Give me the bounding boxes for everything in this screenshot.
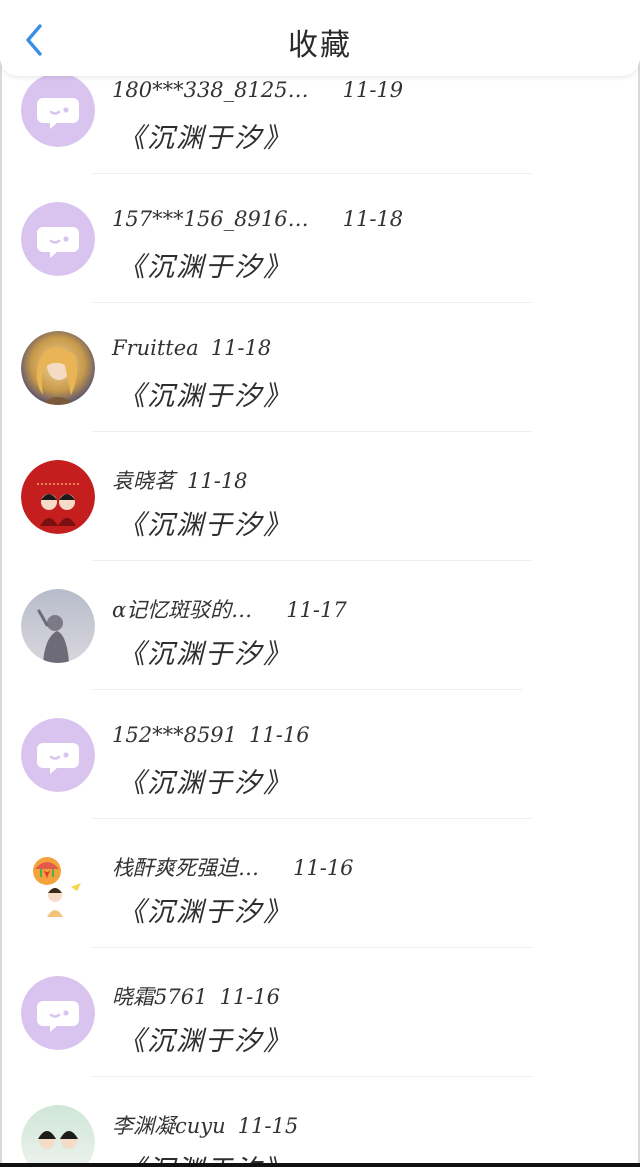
- user-name[interactable]: α记忆斑驳的…: [112, 598, 252, 622]
- default-avatar-icon[interactable]: [21, 202, 95, 276]
- favorite-date: 11-18: [342, 207, 404, 231]
- user-photo-avatar-silhouette[interactable]: [21, 589, 95, 663]
- list-item[interactable]: 晓霜5761 11-16 《沉渊于汐》: [0, 948, 640, 1077]
- home-indicator-bar: [0, 1163, 640, 1167]
- top-bar: 收藏: [0, 0, 640, 76]
- book-title[interactable]: 《沉渊于汐》: [118, 503, 292, 542]
- user-photo-avatar-red[interactable]: [21, 460, 95, 534]
- favorite-date: 11-15: [237, 1114, 299, 1138]
- favorite-date: 11-18: [210, 336, 272, 360]
- list-item[interactable]: 152***8591 11-16 《沉渊于汐》: [0, 690, 640, 819]
- favorite-date: 11-18: [187, 469, 248, 493]
- list-item[interactable]: α记忆斑驳的… 11-17 《沉渊于汐》: [0, 561, 640, 690]
- user-name[interactable]: Fruittea: [112, 336, 199, 360]
- favorite-meta: α记忆斑驳的… 11-17: [112, 594, 347, 624]
- user-name[interactable]: 栈酐爽死强迫…: [112, 856, 259, 880]
- user-photo-avatar-couple[interactable]: [21, 1105, 95, 1167]
- favorite-date: 11-16: [219, 985, 280, 1009]
- list-item[interactable]: Fruittea 11-18 《沉渊于汐》: [0, 303, 640, 432]
- favorite-date: 11-16: [293, 856, 354, 880]
- default-avatar-icon[interactable]: [21, 73, 95, 147]
- user-photo-avatar-balloon[interactable]: [21, 847, 95, 921]
- user-name[interactable]: 152***8591: [112, 723, 237, 747]
- list-item[interactable]: 李渊凝cuyu11-15 《沉渊于汐》: [0, 1077, 640, 1167]
- favorites-page: 180***338_8125… 11-19 《沉渊于汐》 157***156_89…: [0, 0, 640, 1167]
- user-name[interactable]: 李渊凝cuyu: [112, 1114, 226, 1138]
- list-item[interactable]: 袁晓茗 11-18 《沉渊于汐》: [0, 432, 640, 561]
- user-name[interactable]: 157***156_8916…: [112, 207, 309, 231]
- book-title[interactable]: 《沉渊于汐》: [118, 632, 292, 671]
- book-title[interactable]: 《沉渊于汐》: [118, 1019, 292, 1058]
- list-item[interactable]: 栈酐爽死强迫… 11-16 《沉渊于汐》: [0, 819, 640, 948]
- user-photo-avatar-golden[interactable]: [21, 331, 95, 405]
- book-title[interactable]: 《沉渊于汐》: [118, 116, 292, 155]
- favorite-meta: 李渊凝cuyu 11-15: [112, 1110, 298, 1140]
- book-title[interactable]: 《沉渊于汐》: [118, 761, 292, 800]
- favorite-date: 11-16: [249, 723, 310, 747]
- user-name[interactable]: 180***338_8125…: [112, 78, 309, 102]
- list-item[interactable]: 157***156_8916… 11-18 《沉渊于汐》: [0, 174, 640, 303]
- page-title: 收藏: [288, 28, 352, 63]
- book-title[interactable]: 《沉渊于汐》: [118, 374, 292, 413]
- user-name[interactable]: 晓霜5761: [112, 985, 207, 1009]
- default-avatar-icon[interactable]: [21, 976, 95, 1050]
- favorite-date: 11-17: [286, 598, 347, 622]
- favorite-meta: 栈酐爽死强迫… 11-16: [112, 852, 354, 882]
- favorite-meta: 晓霜5761 11-16: [112, 981, 280, 1011]
- default-avatar-icon[interactable]: [21, 718, 95, 792]
- favorite-meta: 157***156_8916… 11-18: [112, 207, 403, 231]
- favorite-meta: 152***8591 11-16: [112, 723, 310, 747]
- book-title[interactable]: 《沉渊于汐》: [118, 890, 292, 929]
- book-title[interactable]: 《沉渊于汐》: [118, 245, 292, 284]
- user-name[interactable]: 袁晓茗: [112, 469, 175, 493]
- favorite-meta: 袁晓茗 11-18: [112, 465, 248, 495]
- favorite-date: 11-19: [342, 78, 404, 102]
- favorite-meta: Fruittea 11-18: [112, 336, 271, 360]
- favorite-meta: 180***338_8125… 11-19: [112, 78, 403, 102]
